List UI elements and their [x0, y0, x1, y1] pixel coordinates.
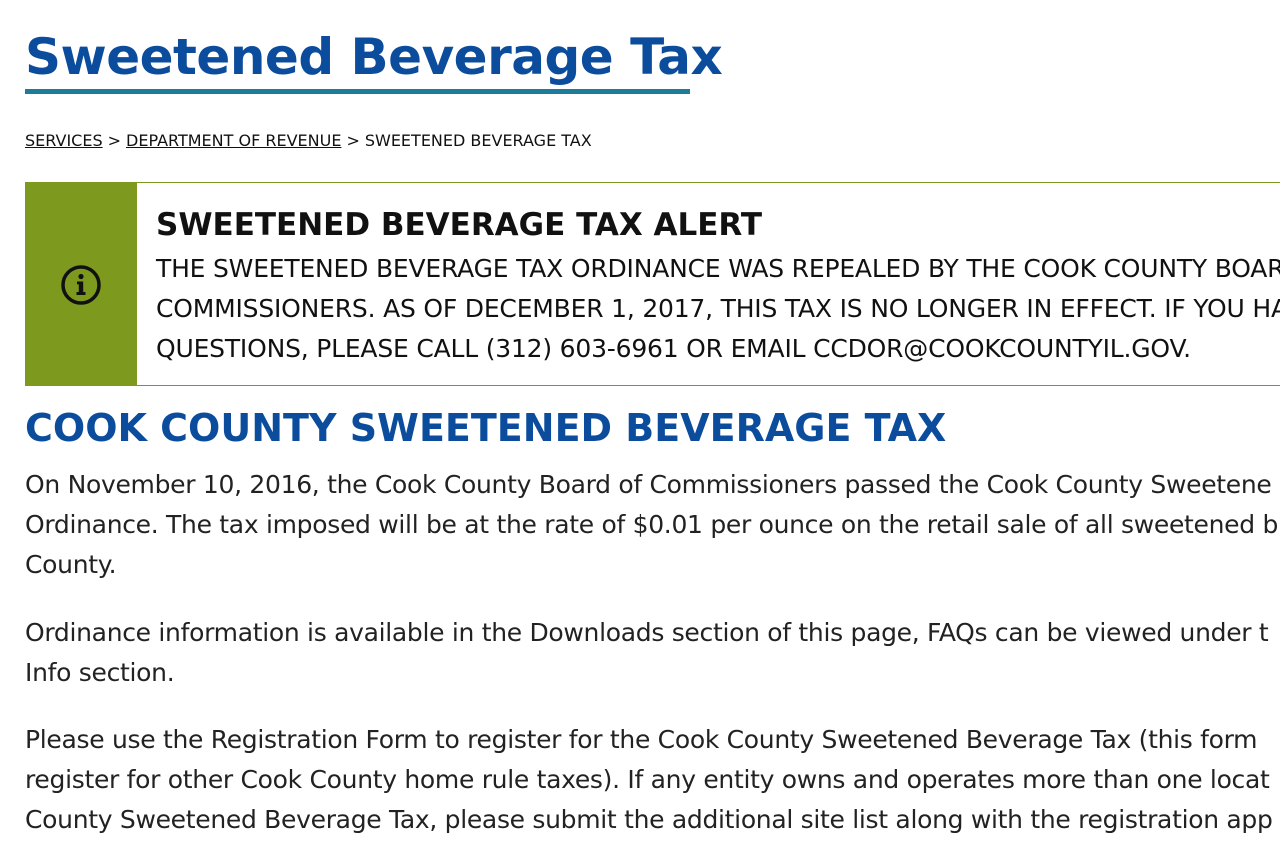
paragraph-line: Ordinance information is available in th…: [25, 618, 1269, 647]
alert-message-line: QUESTIONS, PLEASE CALL (312) 603-6961 OR…: [156, 334, 1191, 363]
paragraph-line: Info section.: [25, 658, 175, 687]
alert-message: THE SWEETENED BEVERAGE TAX ORDINANCE WAS…: [156, 249, 1280, 369]
paragraph-ordinance-info: Ordinance information is available in th…: [25, 613, 1269, 693]
paragraph-line: register for other Cook County home rule…: [25, 765, 1270, 794]
paragraph-line: On November 10, 2016, the Cook County Bo…: [25, 470, 1272, 499]
page-title[interactable]: Sweetened Beverage Tax: [25, 22, 723, 92]
breadcrumb-separator: >: [107, 131, 122, 150]
paragraph-line: County.: [25, 550, 117, 579]
alert-message-line: THE SWEETENED BEVERAGE TAX ORDINANCE WAS…: [156, 254, 1280, 283]
alert-icon-bar: [26, 183, 137, 385]
paragraph-line: Ordinance. The tax imposed will be at th…: [25, 510, 1279, 539]
alert-title: SWEETENED BEVERAGE TAX ALERT: [156, 207, 763, 243]
title-underline: [25, 89, 690, 94]
paragraph-registration: Please use the Registration Form to regi…: [25, 720, 1273, 840]
paragraph-line: Please use the Registration Form to regi…: [25, 725, 1258, 754]
breadcrumb-link-services[interactable]: SERVICES: [25, 131, 103, 150]
breadcrumb-link-department-of-revenue[interactable]: DEPARTMENT OF REVENUE: [126, 131, 341, 150]
paragraph-ordinance-passed: On November 10, 2016, the Cook County Bo…: [25, 465, 1278, 585]
section-heading: COOK COUNTY SWEETENED BEVERAGE TAX: [25, 406, 947, 450]
alert-message-line: COMMISSIONERS. AS OF DECEMBER 1, 2017, T…: [156, 294, 1280, 323]
breadcrumb: SERVICES > DEPARTMENT OF REVENUE > SWEETENED…: [25, 131, 592, 151]
breadcrumb-current: SWEETENED BEVERAGE TAX: [364, 131, 592, 150]
info-icon: [61, 265, 101, 305]
tax-alert-box: SWEETENED BEVERAGE TAX ALERT THE SWEETEN…: [25, 182, 1280, 386]
paragraph-line: County Sweetened Beverage Tax, please su…: [25, 805, 1273, 834]
breadcrumb-separator: >: [346, 131, 360, 150]
